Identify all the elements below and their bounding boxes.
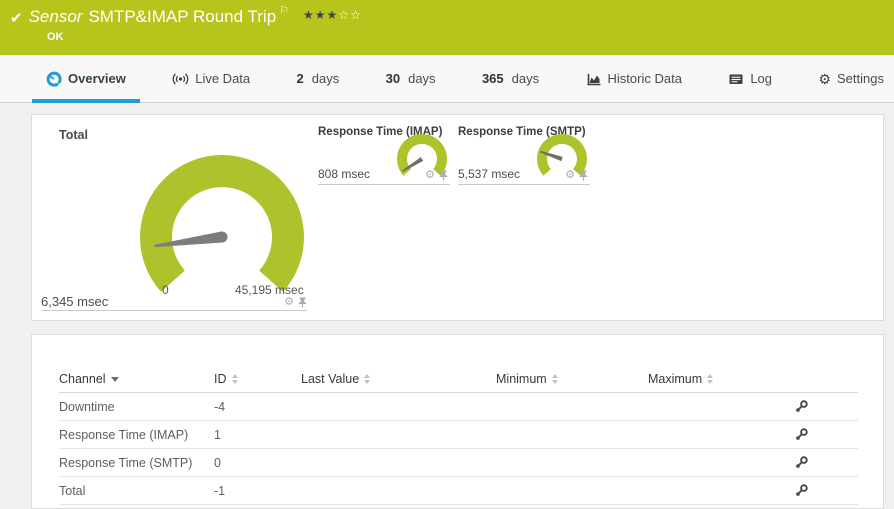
channel-name: Response Time (SMTP) [59,456,193,470]
stars-filled: ★★★ [303,8,339,22]
log-icon [729,74,743,84]
table-header-row: Channel ID Last Value Minimum Maximum [59,365,858,393]
tab-30-days[interactable]: 30 days [382,55,440,103]
sort-both-icon [551,374,558,384]
channel-name: Total [59,484,86,498]
overview-gauges-panel: Total 0 45,195 msec 6,345 msec ⚙ Respons… [31,114,884,321]
check-icon: ✔ [10,10,23,27]
sensor-title-row: ✔ Sensor SMTP&IMAP Round Trip ⚐ ★★★☆☆ [10,6,884,28]
tab-historic-data[interactable]: Historic Data [582,55,686,103]
wrench-icon[interactable] [794,483,809,501]
priority-stars[interactable]: ★★★☆☆ [303,8,362,22]
channel-name: Response Time (IMAP) [59,428,189,442]
tab-2-days[interactable]: 2 days [293,55,344,103]
channel-table-panel: Channel ID Last Value Minimum Maximum Do… [31,334,884,509]
broadcast-icon [172,73,189,84]
tab-settings[interactable]: ⚙ Settings [814,55,888,103]
column-label: ID [214,372,227,386]
tab-overview[interactable]: Overview [32,55,140,103]
column-label: Maximum [648,372,703,386]
tab-bar: Overview Live Data 2 days 30 days 365 da… [0,55,894,103]
table-row-total: Total -1 6,345 msec 671 msec 45,195 msec [59,477,858,505]
total-gauge-value: 6,345 msec [41,294,109,309]
channel-id: 0 [214,456,221,470]
channel-table: Channel ID Last Value Minimum Maximum Do… [32,335,883,505]
sort-desc-icon [110,376,119,382]
sort-both-icon [707,374,714,384]
smtp-gauge-block: Response Time (SMTP) 5,537 msec ⚙ [458,123,590,185]
channel-id: 1 [214,428,221,442]
sensor-header: ✔ Sensor SMTP&IMAP Round Trip ⚐ ★★★☆☆ OK [0,0,894,55]
sort-both-icon [364,374,371,384]
tab-num: 2 [296,71,304,86]
pin-icon[interactable] [579,170,588,181]
tab-365-days[interactable]: 365 days [478,55,543,103]
sensor-type-label: Sensor [28,7,83,26]
tab-label: Settings [836,71,884,86]
total-gauge-footer: 6,345 msec ⚙ [41,291,307,311]
table-row-imap: Response Time (IMAP) 1 808 msec 671 msec… [59,421,858,449]
column-label: Last Value [301,372,360,386]
flag-icon[interactable]: ⚐ [279,6,289,17]
wrench-icon[interactable] [794,427,809,445]
column-header-last-value[interactable]: Last Value [301,372,371,386]
tab-label: Log [750,71,773,86]
wrench-icon[interactable] [794,455,809,473]
gear-icon[interactable]: ⚙ [425,170,435,181]
table-row-smtp: Response Time (SMTP) 0 5,537 msec 5,536 … [59,449,858,477]
status-badge: OK [47,31,64,43]
channel-name: Downtime [59,400,115,414]
tab-label: Live Data [195,71,251,86]
channel-id: -1 [214,484,226,498]
column-header-channel[interactable]: Channel [59,372,119,386]
wrench-icon[interactable] [794,399,809,417]
channel-id: -4 [214,400,226,414]
column-header-maximum[interactable]: Maximum [648,372,714,386]
imap-gauge-block: Response Time (IMAP) 808 msec ⚙ [318,123,450,185]
tab-num: 30 [385,71,401,86]
tab-log[interactable]: Log [724,55,776,103]
tab-label: days [311,71,340,86]
pin-icon[interactable] [298,297,307,308]
gear-icon[interactable]: ⚙ [284,297,294,308]
column-label: Minimum [496,372,547,386]
gear-icon[interactable]: ⚙ [565,170,575,181]
column-label: Channel [59,372,106,386]
tab-label: days [511,71,540,86]
tab-num: 365 [481,71,504,86]
total-gauge-title: Total [59,128,88,142]
pin-icon[interactable] [439,170,448,181]
area-chart-icon [587,73,601,85]
tab-label: Overview [68,71,126,86]
tab-live-data[interactable]: Live Data [168,55,254,103]
sensor-name: SMTP&IMAP Round Trip [88,7,277,26]
gauge-icon [46,71,62,87]
sort-both-icon [231,374,238,384]
tab-label: days [408,71,436,86]
stars-empty: ☆☆ [338,8,362,22]
smtp-gauge-value: 5,537 msec [458,167,521,181]
column-header-id[interactable]: ID [214,372,238,386]
table-row-downtime: Downtime -4 [59,393,858,421]
tab-label: Historic Data [607,71,682,86]
gear-icon: ⚙ [818,70,831,87]
imap-gauge-value: 808 msec [318,167,371,181]
column-header-minimum[interactable]: Minimum [496,372,558,386]
